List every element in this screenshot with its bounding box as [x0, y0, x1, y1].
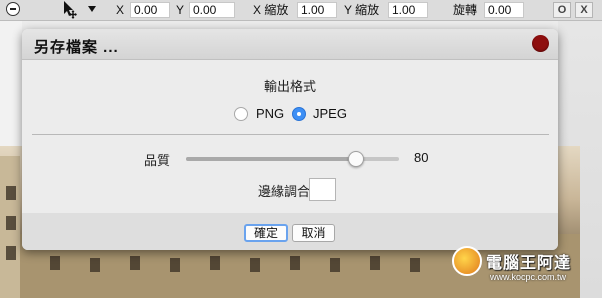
ok-button[interactable]: 確定	[244, 224, 288, 242]
close-icon[interactable]	[532, 35, 549, 52]
scale-x-label: X 縮放	[253, 3, 289, 17]
move-tool-icon[interactable]	[62, 0, 102, 20]
scale-x-field[interactable]: 1.00	[297, 2, 337, 18]
section-divider	[32, 134, 549, 135]
quality-slider-thumb[interactable]	[348, 151, 364, 167]
jpeg-radio-label[interactable]: JPEG	[313, 106, 347, 122]
edge-blend-label: 邊緣調合	[258, 184, 311, 199]
scale-y-label: Y 縮放	[344, 3, 380, 17]
watermark-logo	[452, 246, 482, 276]
quality-slider-fill	[186, 157, 356, 161]
edge-blend-color-swatch[interactable]	[309, 178, 336, 201]
zoom-out-icon[interactable]	[6, 2, 20, 16]
dialog-titlebar[interactable]: 另存檔案 ...	[22, 29, 558, 60]
watermark-url: www.kocpc.com.tw	[490, 272, 567, 282]
scale-y-field[interactable]: 1.00	[388, 2, 428, 18]
x-label: X	[116, 3, 125, 17]
quality-slider[interactable]	[186, 151, 399, 167]
rotate-field[interactable]: 0.00	[484, 2, 524, 18]
save-as-dialog: 另存檔案 ... 輸出格式 PNG JPEG 品質 80 邊緣調合 確定 取消	[22, 29, 558, 250]
toolbar-o-button[interactable]: O	[553, 2, 571, 18]
cancel-button[interactable]: 取消	[292, 224, 335, 242]
quality-value: 80	[414, 150, 429, 165]
x-field[interactable]: 0.00	[130, 2, 170, 18]
dialog-title: 另存檔案 ...	[34, 39, 119, 56]
format-heading: 輸出格式	[263, 79, 316, 94]
jpeg-radio[interactable]	[292, 107, 306, 121]
quality-label: 品質	[144, 153, 171, 168]
dialog-footer: 確定 取消	[22, 213, 558, 250]
rotate-label: 旋轉	[453, 3, 478, 17]
toolbar-x-button[interactable]: X	[575, 2, 593, 18]
png-radio[interactable]	[234, 107, 248, 121]
png-radio-label[interactable]: PNG	[256, 106, 284, 122]
y-field[interactable]: 0.00	[189, 2, 235, 18]
watermark-brand: 電腦王阿達	[486, 255, 572, 272]
y-label: Y	[176, 3, 185, 17]
transform-toolbar: X 0.00 Y 0.00 X 縮放 1.00 Y 縮放 1.00 旋轉 0.0…	[0, 0, 602, 21]
